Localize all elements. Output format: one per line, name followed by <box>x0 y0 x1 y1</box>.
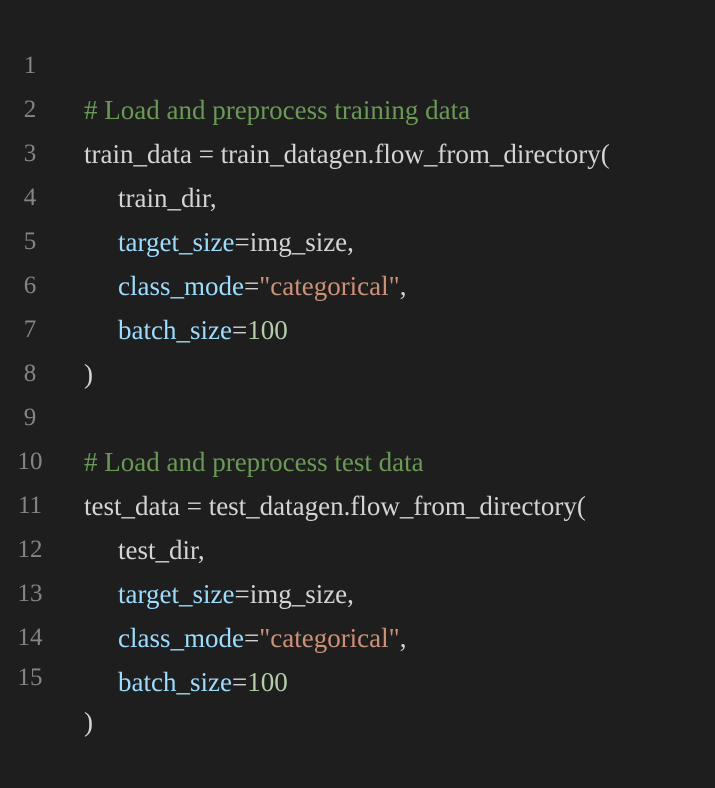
code-line[interactable]: 4 target_size=img_size, <box>0 132 715 257</box>
code-line[interactable]: 10 test_data = test_datagen.flow_from_di… <box>0 396 715 521</box>
code-line[interactable]: 13 class_mode="categorical", <box>0 528 715 653</box>
code-line[interactable]: 15 ) <box>0 612 715 737</box>
punctuation-token: ) <box>84 707 93 737</box>
code-line[interactable]: 5 class_mode="categorical", <box>0 176 715 301</box>
line-number: 15 <box>17 664 43 691</box>
operator-token: = <box>231 667 248 697</box>
code-line[interactable]: 8 <box>0 308 715 387</box>
code-line[interactable]: 6 batch_size=100 <box>0 220 715 345</box>
code-line[interactable]: 1 # Load and preprocess training data <box>0 0 715 125</box>
number-token: 100 <box>247 667 288 697</box>
code-line[interactable]: 9 # Load and preprocess test data <box>0 352 715 477</box>
code-line[interactable]: 12 target_size=img_size, <box>0 484 715 609</box>
code-line[interactable]: 11 test_dir, <box>0 440 715 565</box>
code-line[interactable]: 14 batch_size=100 <box>0 572 715 697</box>
code-line[interactable]: 7 ) <box>0 264 715 389</box>
code-content: ) <box>84 700 93 744</box>
code-line[interactable]: 3 train_dir, <box>0 88 715 213</box>
code-content: batch_size=100 <box>84 660 288 704</box>
code-line[interactable]: 2 train_data = train_datagen.flow_from_d… <box>0 44 715 169</box>
parameter-token: batch_size <box>118 667 232 697</box>
code-editor[interactable]: 1 # Load and preprocess training data 2 … <box>0 0 715 737</box>
